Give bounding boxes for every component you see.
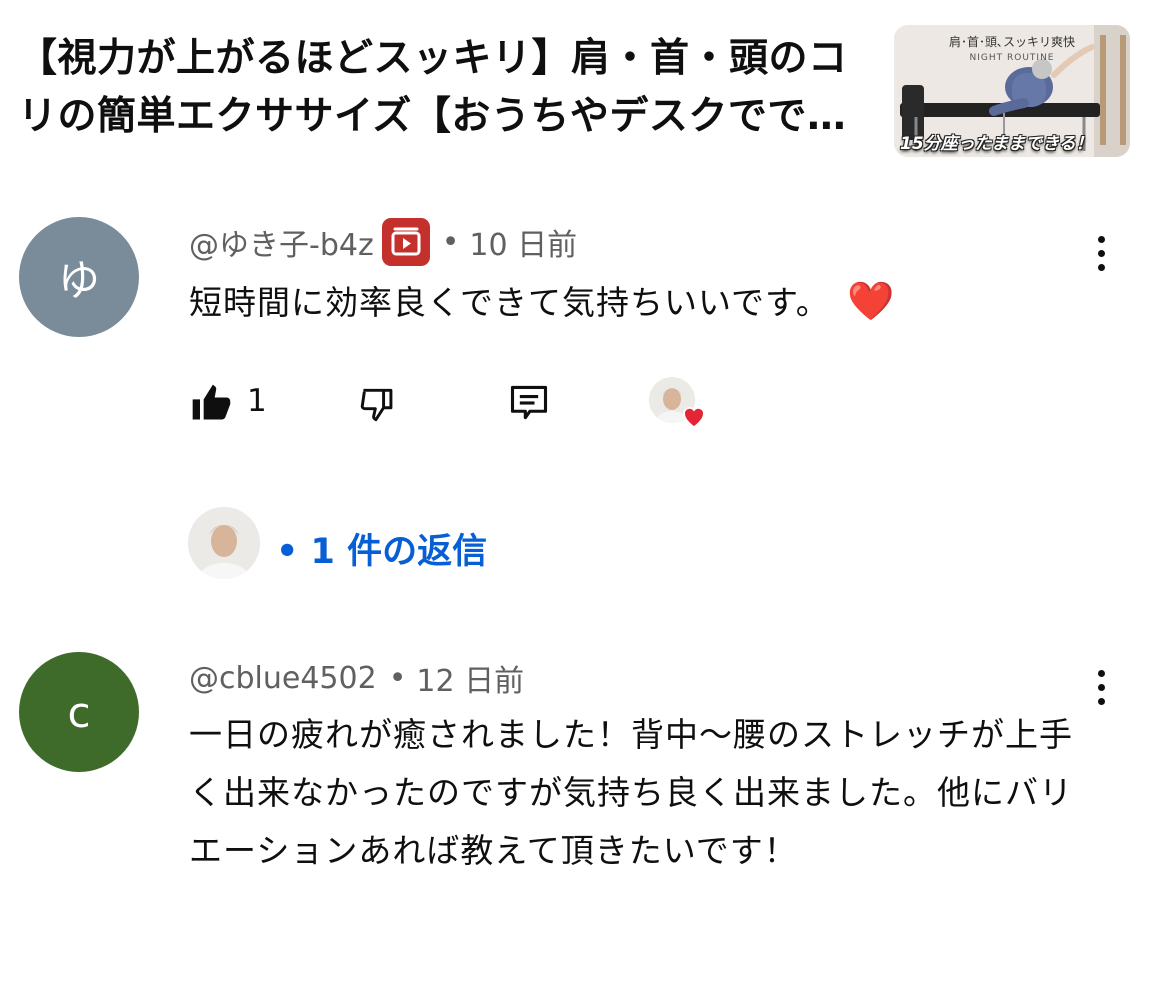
thumbs-up-icon bbox=[192, 384, 231, 420]
comment-timestamp[interactable]: 10 日前 bbox=[469, 220, 577, 264]
avatar-letter: ゆ bbox=[57, 255, 100, 305]
comment-text: 短時間に効率良くできて気持ちいいです。 bbox=[189, 283, 830, 322]
heart-emoji: ❤️ bbox=[847, 279, 896, 323]
dislike-button[interactable] bbox=[357, 375, 407, 435]
view-replies-button[interactable]: • 1 件の返信 bbox=[186, 507, 516, 581]
comment-thread: c @cblue4502 • 12 日前 一日の疲れが癒されました！背中〜腰のス… bbox=[0, 600, 1165, 982]
replies-count-label: • 1 件の返信 bbox=[276, 532, 488, 572]
avatar-letter: c bbox=[67, 687, 91, 737]
comment-timestamp[interactable]: 12 日前 bbox=[416, 656, 524, 700]
reply-button[interactable] bbox=[507, 375, 557, 435]
comment-thread: ゆ @ゆき子-b4z • 10 日前 短時間に効率良くできて気持ちいいです。 ❤… bbox=[0, 0, 1165, 600]
meta-separator: • bbox=[388, 660, 407, 696]
comment-body: 一日の疲れが癒されました！背中〜腰のストレッチが上手く出来なかったのですが気持ち… bbox=[189, 715, 1073, 870]
thumbs-down-icon bbox=[360, 388, 393, 422]
meta-separator: • bbox=[441, 224, 460, 260]
comment-meta: @cblue4502 • 12 日前 bbox=[189, 654, 524, 702]
reply-author-avatar bbox=[188, 507, 260, 579]
avatar[interactable]: ゆ bbox=[19, 217, 139, 337]
comment-meta: @ゆき子-b4z • 10 日前 bbox=[189, 218, 577, 266]
comment-author-handle[interactable]: @ゆき子-b4z bbox=[189, 220, 374, 264]
like-count: 1 bbox=[247, 383, 267, 419]
heart-icon bbox=[683, 407, 705, 429]
comment-author-handle[interactable]: @cblue4502 bbox=[189, 661, 377, 696]
avatar[interactable]: c bbox=[19, 652, 139, 772]
like-button[interactable]: 1 bbox=[189, 375, 279, 435]
comment-body: 短時間に効率良くできて気持ちいいです。 ❤️ bbox=[189, 272, 1104, 332]
creator-heart bbox=[649, 375, 719, 435]
reply-icon bbox=[510, 385, 548, 420]
comment-actions: 1 bbox=[189, 375, 789, 435]
member-badge-icon bbox=[381, 218, 430, 266]
